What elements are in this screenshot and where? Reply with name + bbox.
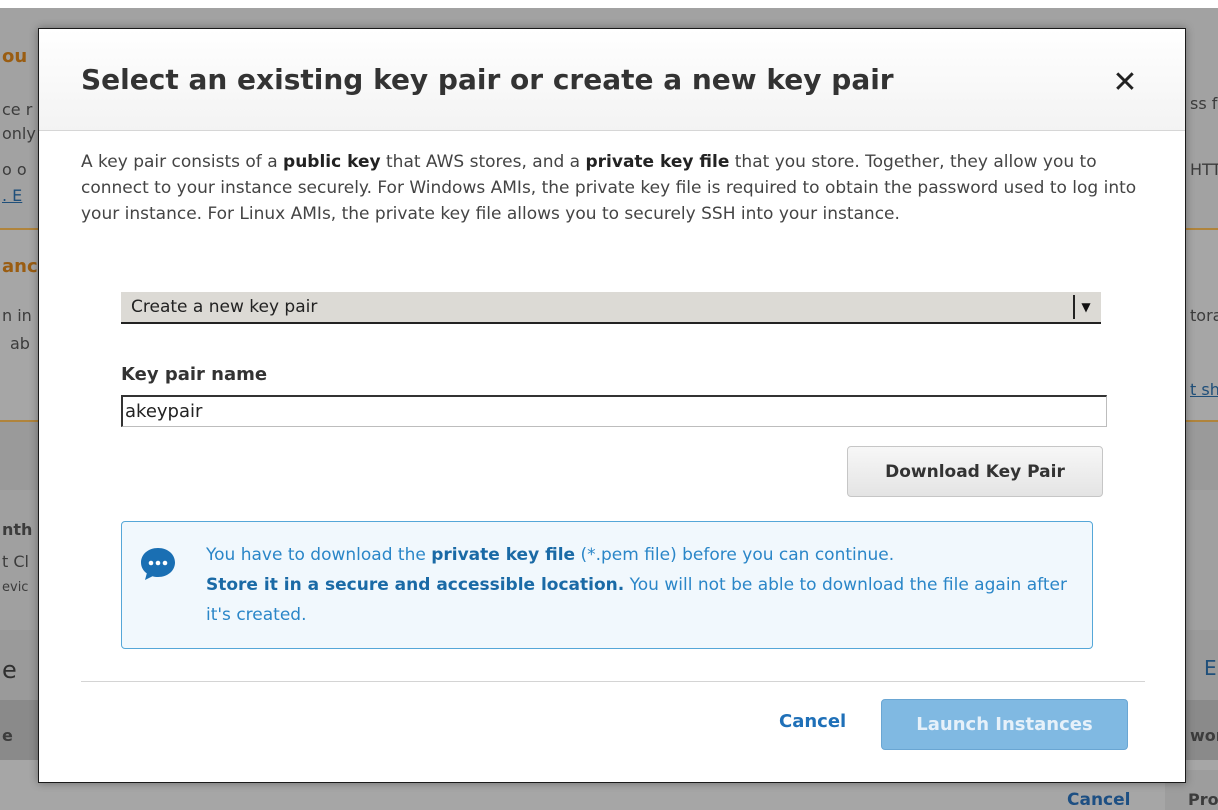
chat-bubble-icon — [141, 548, 175, 580]
key-pair-name-label: Key pair name — [121, 364, 268, 385]
dialog-description: A key pair consists of a public key that… — [81, 149, 1151, 227]
background-cancel-link[interactable]: Cancel — [1067, 790, 1130, 810]
background-text: HTT — [1190, 160, 1218, 179]
cancel-button[interactable]: Cancel — [779, 711, 846, 732]
dropdown-arrow-icon[interactable]: ▼ — [1073, 295, 1097, 319]
footer-divider — [81, 681, 1145, 682]
download-key-pair-button[interactable]: Download Key Pair — [847, 446, 1103, 497]
info-alert: You have to download the private key fil… — [121, 521, 1093, 649]
key-pair-option-select[interactable]: Create a new key pair ▼ — [121, 292, 1101, 324]
background-text: e — [2, 726, 13, 745]
intro-bold-text: private key file — [585, 152, 730, 172]
background-text: ou — [2, 46, 28, 67]
background-heading: e — [2, 656, 17, 684]
dialog-header: Select an existing key pair or create a … — [39, 29, 1185, 131]
key-pair-dialog: Select an existing key pair or create a … — [38, 28, 1186, 783]
close-icon[interactable]: ✕ — [1109, 67, 1141, 99]
background-text: anc — [2, 256, 38, 277]
intro-text: that AWS stores, and a — [380, 152, 586, 172]
background-text: t Cl — [2, 552, 29, 571]
background-text: evic — [2, 580, 29, 595]
info-message: You have to download the private key fil… — [206, 540, 1086, 630]
info-text: (*.pem file) before you can continue. — [575, 545, 895, 565]
intro-text: A key pair consists of a — [81, 152, 284, 172]
background-text: only — [2, 124, 36, 143]
info-text: You have to download the — [206, 545, 432, 565]
background-text: nth — [2, 520, 33, 539]
dialog-title: Select an existing key pair or create a … — [81, 63, 894, 96]
info-bold-text: Store it in a secure and accessible loca… — [206, 575, 625, 595]
background-text: ce r — [2, 100, 33, 119]
background-text: Pro — [1188, 790, 1218, 809]
info-bold-text: private key file — [431, 545, 576, 565]
background-text: n in — [2, 306, 32, 325]
background-text: ss f — [1190, 94, 1218, 113]
select-value: Create a new key pair — [131, 297, 318, 317]
background-text: o o — [2, 160, 27, 179]
background-text: wor — [1190, 726, 1218, 745]
background-text: tora — [1190, 306, 1218, 325]
background-link[interactable]: E — [1204, 656, 1217, 680]
key-pair-name-input[interactable] — [121, 395, 1107, 427]
background-top-bar — [0, 0, 1218, 8]
intro-bold-text: public key — [283, 152, 381, 172]
background-link[interactable]: . E — [2, 186, 22, 205]
background-link[interactable]: t sh — [1190, 380, 1218, 399]
launch-instances-button[interactable]: Launch Instances — [881, 699, 1128, 750]
background-text: ab — [10, 334, 30, 353]
